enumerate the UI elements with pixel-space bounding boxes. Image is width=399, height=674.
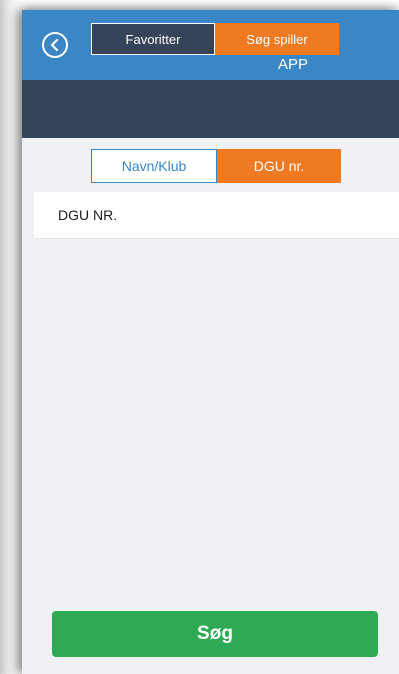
tab-favorites[interactable]: Favoritter [91,23,215,55]
app-label: APP [278,56,309,73]
tab-bar [22,80,399,138]
tab-search-player[interactable]: Søg spiller [215,23,339,55]
app-screen: golfbox APP Favoritter Søg spiller Navn/… [22,10,399,674]
back-button[interactable] [42,32,68,58]
search-button[interactable]: Søg [52,611,378,657]
dgu-number-label: DGU NR. [58,207,118,223]
search-mode-name-club[interactable]: Navn/Klub [91,149,217,183]
back-arrow-icon [50,38,59,52]
search-mode-dgu[interactable]: DGU nr. [217,149,341,183]
dgu-number-field[interactable]: DGU NR. [34,192,399,239]
